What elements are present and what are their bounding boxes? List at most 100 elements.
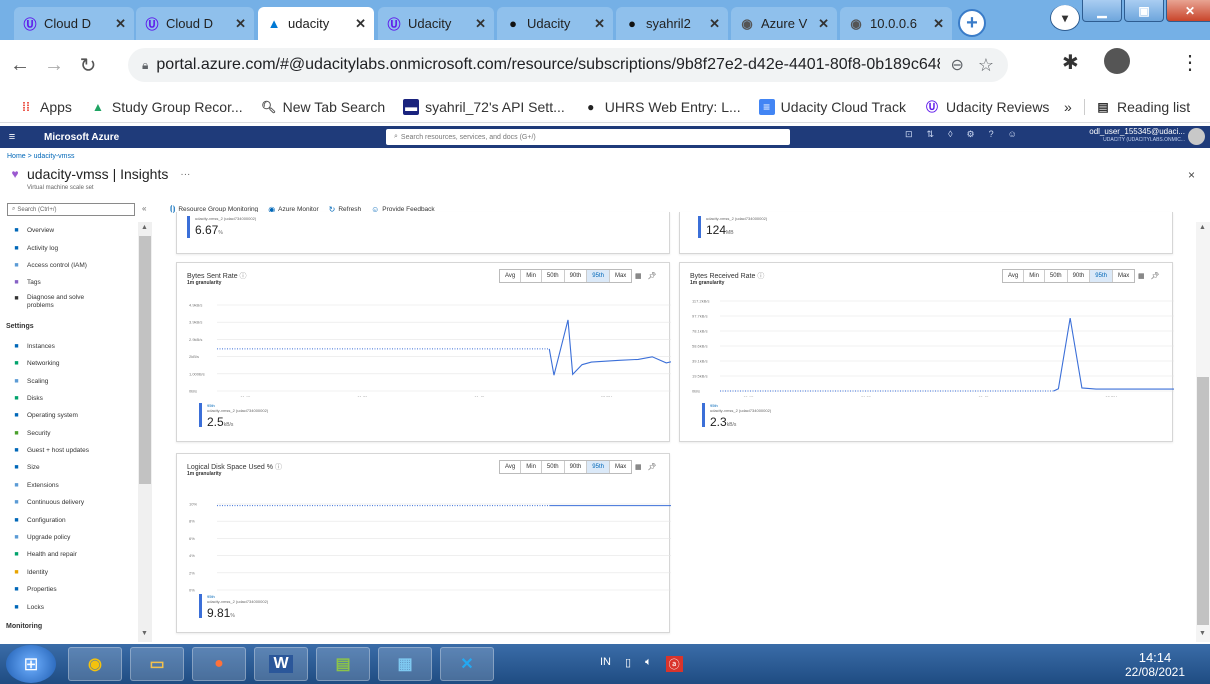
close-icon[interactable]: ✕	[235, 16, 246, 32]
bookmark-udacity-reviews[interactable]: Ⓤ Udacity Reviews	[924, 99, 1050, 115]
bookmark-new-tab-search[interactable]: 🔍︎ New Tab Search	[261, 99, 385, 115]
info-icon[interactable]: ⓘ	[240, 273, 247, 280]
language-indicator[interactable]: IN	[600, 656, 611, 672]
close-icon[interactable]: ×	[1188, 168, 1195, 182]
aggregation-option-min[interactable]: Min	[521, 461, 542, 473]
new-tab-button[interactable]: +	[958, 9, 986, 37]
main-scrollbar[interactable]: ▲ ▼	[1196, 222, 1210, 642]
extension-icon[interactable]: ✱	[1062, 50, 1079, 75]
info-icon[interactable]: ⓘ	[275, 464, 282, 471]
pin-icon[interactable]: 📌︎	[648, 463, 657, 471]
scrollbar-thumb[interactable]	[139, 236, 151, 484]
reading-list-button[interactable]: ▤ Reading list	[1084, 98, 1190, 115]
forward-icon[interactable]: →	[40, 54, 68, 77]
sidebar-item-diagnose-and-solve-problems[interactable]: ■ Diagnose and solve problems	[6, 292, 138, 316]
close-icon[interactable]: ✕	[594, 16, 605, 32]
resource-menu-scrollbar[interactable]: ▲ ▼	[138, 222, 152, 642]
sidebar-item-size[interactable]: ■ Size	[6, 459, 138, 476]
close-window-button[interactable]: ✕	[1166, 0, 1210, 22]
scrollbar-thumb[interactable]	[1197, 377, 1209, 625]
bookmark-api-settings[interactable]: ▬ syahril_72's API Sett...	[403, 98, 565, 115]
close-icon[interactable]: ✕	[355, 16, 366, 32]
sidebar-item-networking[interactable]: ■ Networking	[6, 355, 138, 372]
notifications-icon[interactable]: ◊	[948, 129, 952, 140]
word-taskbar-button[interactable]: W	[254, 647, 308, 681]
help-icon[interactable]: ?	[989, 129, 994, 140]
aggregation-option-min[interactable]: Min	[521, 270, 542, 282]
action-center-icon[interactable]: ▯	[625, 656, 631, 672]
feedback-icon[interactable]: ☺	[1008, 129, 1017, 140]
browser-tab-active[interactable]: ▲ udacity ✕	[258, 7, 374, 40]
address-bar[interactable]: 🔒︎ portal.azure.com/#@udacitylabs.onmicr…	[128, 48, 1008, 82]
browser-tab[interactable]: Ⓤ Cloud D ✕	[14, 7, 134, 40]
close-icon[interactable]: ✕	[475, 16, 486, 32]
scroll-down-icon[interactable]: ▼	[1199, 630, 1206, 637]
firefox-taskbar-button[interactable]: ●	[192, 647, 246, 681]
aggregation-option-90th[interactable]: 90th	[565, 270, 588, 282]
menu-icon[interactable]: ⋮	[1180, 50, 1200, 75]
sidebar-item-configuration[interactable]: ■ Configuration	[6, 511, 138, 528]
bookmark-cloud-track[interactable]: ≡ Udacity Cloud Track	[758, 98, 906, 115]
sidebar-item-scaling[interactable]: ■ Scaling	[6, 372, 138, 389]
profile-icon[interactable]: ▾	[1050, 5, 1080, 31]
sidebar-item-security[interactable]: ■ Security	[6, 425, 138, 442]
bookmark-star-icon[interactable]: ☆	[978, 55, 994, 76]
collapse-menu-icon[interactable]: «	[142, 204, 146, 213]
close-icon[interactable]: ✕	[933, 16, 944, 32]
back-icon[interactable]: ←	[6, 54, 34, 77]
bookmark-uhrs[interactable]: ● UHRS Web Entry: L...	[583, 99, 741, 115]
close-icon[interactable]: ✕	[115, 16, 126, 32]
acrobat-icon[interactable]: ⓐ	[665, 656, 683, 672]
browser-tab[interactable]: ● syahril2 ✕	[616, 7, 728, 40]
aggregation-option-max[interactable]: Max	[610, 461, 631, 473]
aggregation-option-avg[interactable]: Avg	[1003, 270, 1025, 282]
sidebar-item-upgrade-policy[interactable]: ■ Upgrade policy	[6, 529, 138, 546]
sidebar-item-guest-host-updates[interactable]: ■ Guest + host updates	[6, 442, 138, 459]
sidebar-item-properties[interactable]: ■ Properties	[6, 581, 138, 598]
aggregation-option-50th[interactable]: 50th	[542, 270, 565, 282]
sidebar-item-locks[interactable]: ■ Locks	[6, 598, 138, 615]
sidebar-item-health-and-repair[interactable]: ■ Health and repair	[6, 546, 138, 563]
scroll-down-icon[interactable]: ▼	[141, 630, 148, 637]
sidebar-item-tags[interactable]: ■ Tags	[6, 274, 138, 291]
hamburger-icon[interactable]: ≡	[0, 131, 24, 143]
pin-icon[interactable]: 📌︎	[1151, 272, 1160, 280]
chart-options-icon[interactable]: ▦	[1138, 272, 1145, 280]
breadcrumb[interactable]: Home > udacity-vmss	[7, 153, 75, 160]
reload-icon[interactable]: ↻	[74, 53, 102, 78]
explorer-taskbar-button[interactable]: ▭	[130, 647, 184, 681]
azure-brand[interactable]: Microsoft Azure	[44, 132, 119, 143]
aggregation-option-95th[interactable]: 95th	[587, 461, 610, 473]
settings-icon[interactable]: ⚙	[967, 129, 975, 140]
aggregation-option-90th[interactable]: 90th	[565, 461, 588, 473]
aggregation-option-max[interactable]: Max	[610, 270, 631, 282]
avatar[interactable]	[1188, 128, 1205, 145]
more-icon[interactable]: ···	[180, 169, 190, 180]
info-icon[interactable]: ⓘ	[757, 273, 764, 280]
aggregation-option-50th[interactable]: 50th	[1045, 270, 1068, 282]
avatar[interactable]	[1104, 48, 1130, 74]
volume-icon[interactable]: 🔈︎	[645, 656, 652, 672]
vscode-taskbar-button[interactable]: ✕	[440, 647, 494, 681]
chart-options-icon[interactable]: ▦	[635, 272, 642, 280]
aggregation-option-max[interactable]: Max	[1113, 270, 1134, 282]
sidebar-item-access-control-iam[interactable]: ■ Access control (IAM)	[6, 257, 138, 274]
sidebar-item-activity-log[interactable]: ■ Activity log	[6, 239, 138, 256]
directory-icon[interactable]: ⇅	[927, 129, 935, 140]
chrome-taskbar-button[interactable]: ◉	[68, 647, 122, 681]
scroll-up-icon[interactable]: ▲	[141, 224, 148, 231]
scroll-up-icon[interactable]: ▲	[1199, 224, 1206, 231]
bookmark-apps[interactable]: ⁞⁞ Apps	[18, 99, 72, 115]
zoom-icon[interactable]: ⊖	[950, 55, 963, 75]
sidebar-item-continuous-delivery[interactable]: ■ Continuous delivery	[6, 494, 138, 511]
browser-tab[interactable]: Ⓤ Udacity ✕	[378, 7, 494, 40]
browser-tab[interactable]: Ⓤ Cloud D ✕	[136, 7, 254, 40]
azure-search-input[interactable]: ⌕ Search resources, services, and docs (…	[386, 129, 790, 145]
maximize-button[interactable]: ▣	[1124, 0, 1164, 22]
browser-tab[interactable]: ◉ Azure V ✕	[731, 7, 837, 40]
aggregation-option-min[interactable]: Min	[1024, 270, 1045, 282]
resource-menu-search[interactable]: ⌕ Search (Ctrl+/)	[7, 203, 135, 216]
control-panel-taskbar-button[interactable]: ▦	[378, 647, 432, 681]
account-menu[interactable]: odl_user_155345@udaci... UDACITY (UDACIT…	[1075, 127, 1185, 145]
aggregation-option-50th[interactable]: 50th	[542, 461, 565, 473]
